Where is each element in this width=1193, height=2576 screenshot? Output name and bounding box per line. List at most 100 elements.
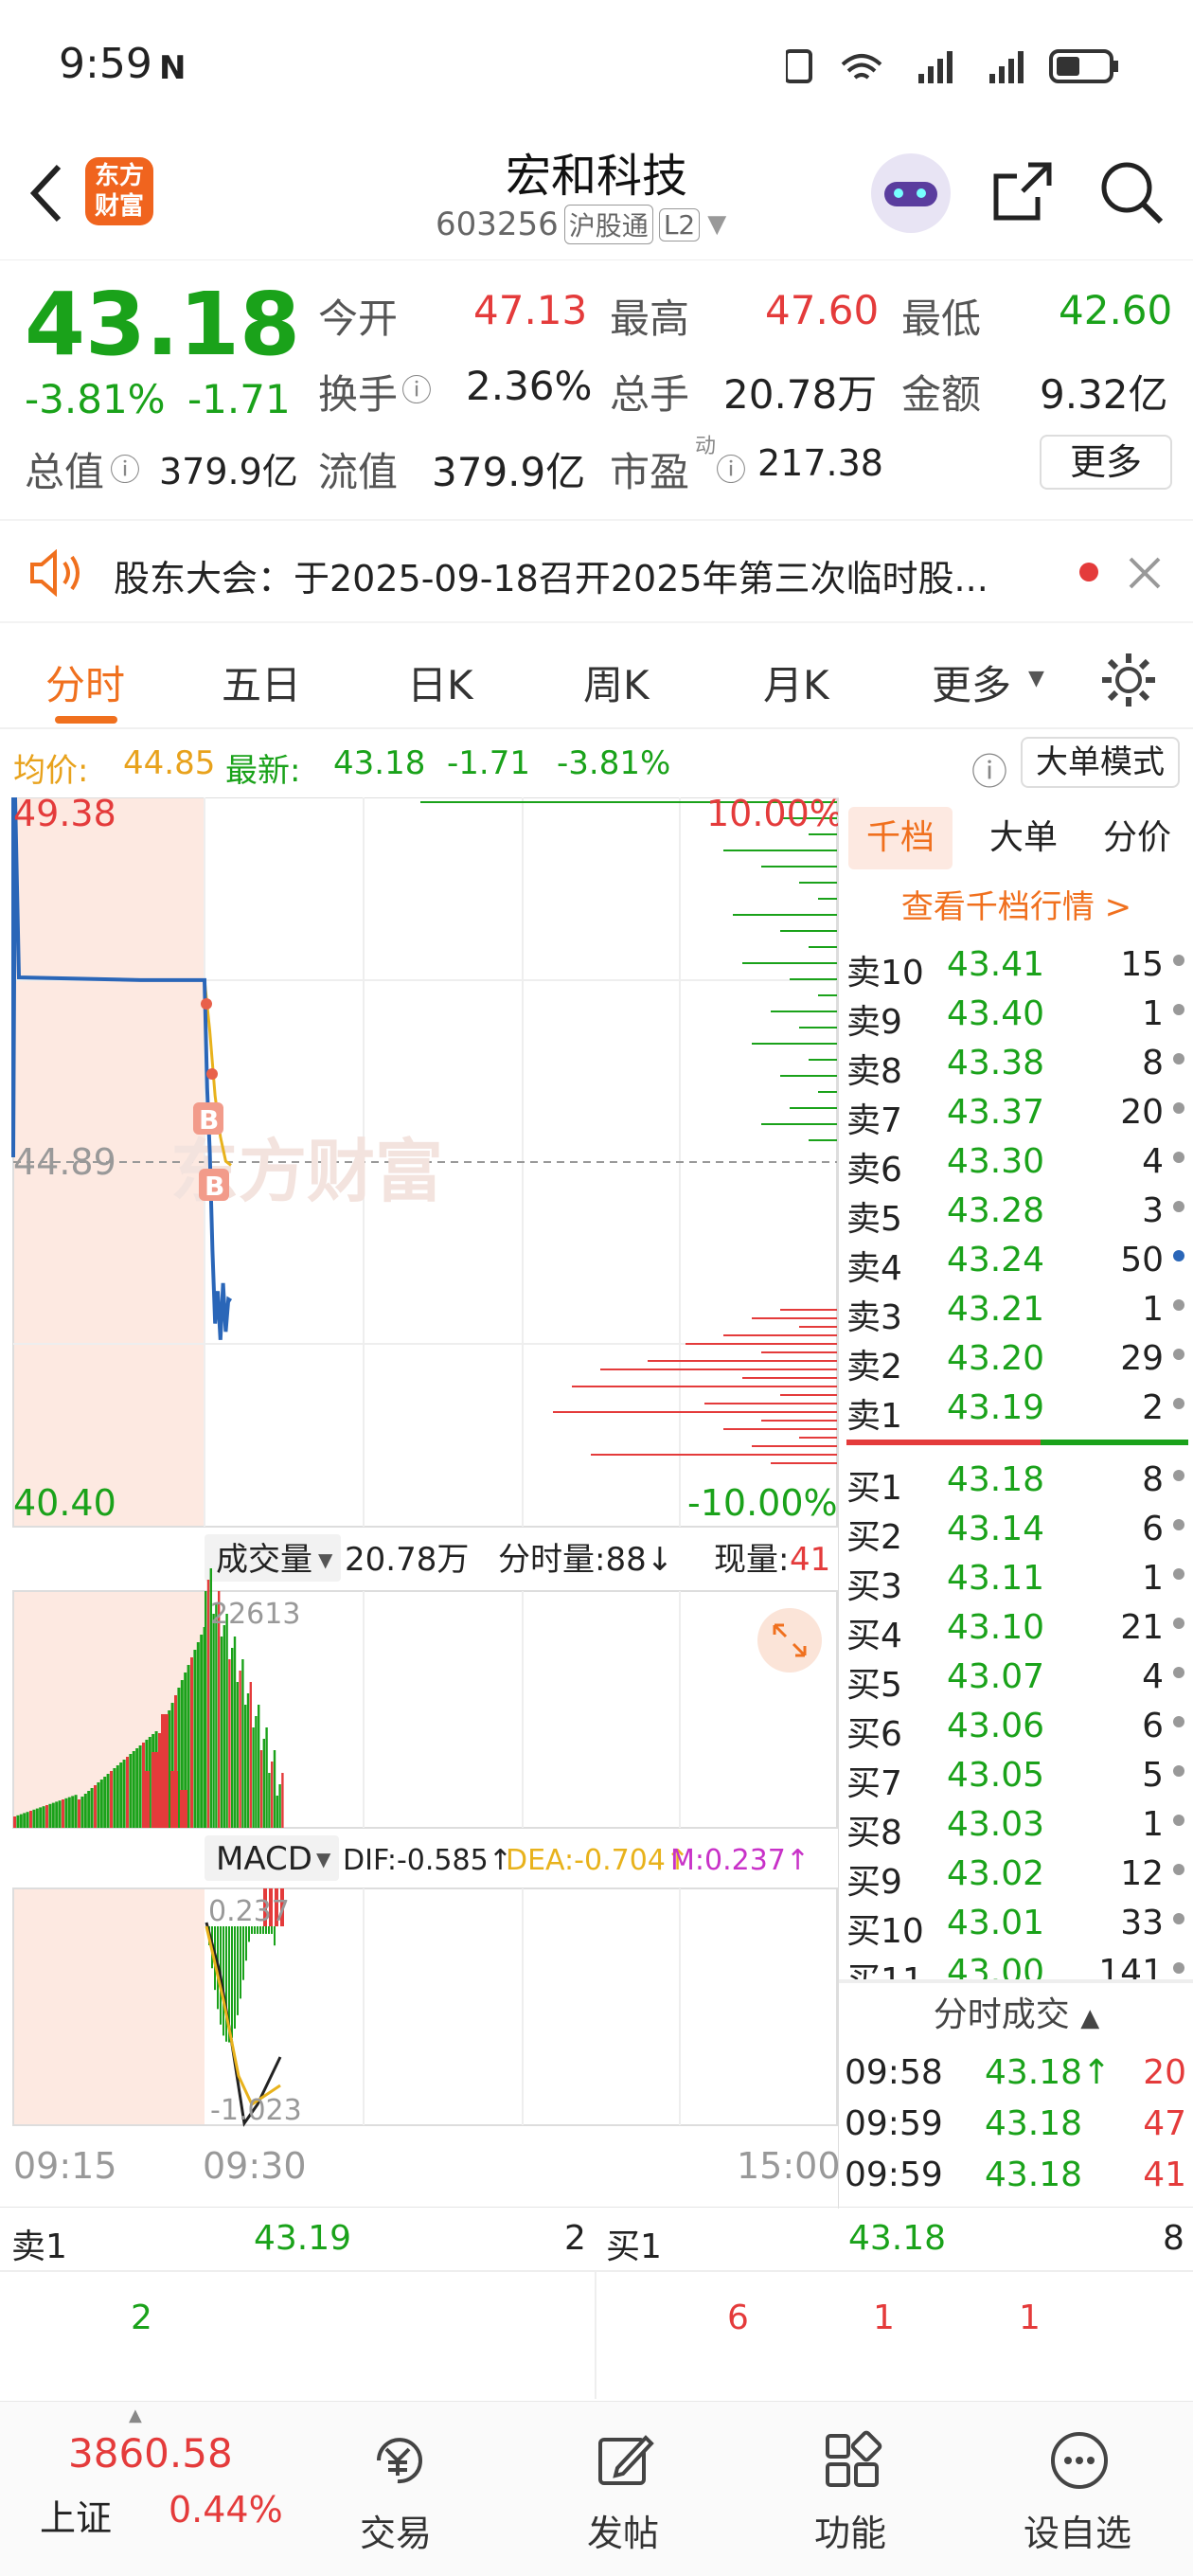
bid-row[interactable]: 买5 43.07 4 xyxy=(839,1652,1193,1705)
vol-label: 成交量 xyxy=(216,1541,312,1579)
volume-value: 20.78万 xyxy=(723,371,878,418)
nav-post[interactable]: 发帖 xyxy=(528,2402,718,2576)
nav-trade[interactable]: 交易 xyxy=(301,2402,490,2576)
bid-row[interactable]: 买9 43.02 12 xyxy=(839,1849,1193,1902)
intraday-chart[interactable]: 东方财富 B B 49.38 44.89 40.40 10.00% -10.00… xyxy=(0,793,844,2209)
back-icon[interactable] xyxy=(27,163,64,224)
macd-bar xyxy=(245,1926,247,1961)
bid-label: 买10 xyxy=(846,1912,924,1951)
volume-bar xyxy=(83,1794,87,1828)
volume-bar xyxy=(190,1657,193,1828)
trade-price: 43.18↑ xyxy=(985,2053,1112,2092)
bid-price: 43.10 xyxy=(947,1608,1045,1647)
info-icon[interactable]: ⓘ xyxy=(401,367,432,410)
tab-intraday[interactable]: 分时 xyxy=(45,653,125,711)
tab-active-indicator xyxy=(55,716,117,724)
bid-label: 买7 xyxy=(846,1764,902,1803)
big-order-mode-button[interactable]: 大单模式 xyxy=(1021,737,1180,788)
tab-5day[interactable]: 五日 xyxy=(222,653,301,711)
nav-function[interactable]: 功能 xyxy=(756,2402,945,2576)
low-value: 42.60 xyxy=(1059,287,1173,333)
tab-weekly-k[interactable]: 周K xyxy=(583,653,650,711)
bid-volume: 6 xyxy=(1142,1707,1164,1745)
bid-row[interactable]: 买2 43.14 6 xyxy=(839,1504,1193,1557)
status-icons xyxy=(786,49,1118,83)
depth-bar xyxy=(591,1454,837,1456)
volume-bar xyxy=(236,1682,239,1828)
dropdown-icon[interactable]: ▼ xyxy=(707,210,726,239)
volume-bar xyxy=(122,1760,126,1828)
search-icon[interactable] xyxy=(1096,157,1166,227)
chart-canvas[interactable]: 东方财富 B B 49.38 44.89 40.40 10.00% -10.00… xyxy=(0,793,844,2209)
info-icon[interactable]: ⓘ xyxy=(716,446,746,490)
trade-row: 09:59 43.18 41 xyxy=(839,2150,1193,2199)
depth-bars xyxy=(420,801,837,1464)
bid-dot xyxy=(1173,1519,1184,1530)
info-icon[interactable]: ⓘ xyxy=(110,446,140,490)
volume-bar xyxy=(241,1659,244,1828)
robot-avatar-icon[interactable] xyxy=(871,153,951,233)
bid-row[interactable]: 买6 43.06 6 xyxy=(839,1701,1193,1754)
trade-time: 09:59 xyxy=(845,2104,943,2143)
vol-now-value: 41 xyxy=(790,1541,830,1579)
bid-price: 43.06 xyxy=(947,1707,1045,1745)
volume-bar xyxy=(249,1682,252,1828)
depth-bar xyxy=(742,1377,837,1379)
logo-text-2: 财富 xyxy=(94,192,144,221)
bid-row[interactable]: 买11 43.00 141 xyxy=(839,1947,1193,1979)
price-dot xyxy=(206,1068,218,1080)
depth-bar xyxy=(761,1123,837,1125)
amount-label: 金额 xyxy=(901,371,982,418)
depth-bar xyxy=(809,946,837,948)
close-icon[interactable] xyxy=(1127,555,1163,591)
latest-value: 43.18 xyxy=(333,744,426,782)
volume-bar xyxy=(135,1748,139,1828)
bid-price: 43.00 xyxy=(947,1953,1045,1979)
chevron-down-icon: ▼ xyxy=(1028,667,1044,690)
tab-more[interactable]: 更多 xyxy=(932,653,1011,711)
tab-monthly-k[interactable]: 月K xyxy=(763,653,829,711)
bid-row[interactable]: 买3 43.11 1 xyxy=(839,1553,1193,1606)
price-change: -1.71 xyxy=(187,376,291,422)
volume-bar xyxy=(262,1739,265,1828)
volume-bar xyxy=(113,1768,116,1828)
chevron-down-icon: ▼ xyxy=(318,1548,333,1571)
depth-bar xyxy=(799,1326,837,1328)
bid-price: 43.14 xyxy=(947,1510,1045,1548)
volume-bar xyxy=(55,1801,59,1828)
volume-bar xyxy=(51,1802,55,1828)
more-button[interactable]: 更多 xyxy=(1040,435,1172,490)
tab-daily-k[interactable]: 日K xyxy=(407,653,473,711)
index-ticker[interactable]: ▲ 3860.58 上证 0.44% xyxy=(0,2402,283,2576)
status-time: 9:59 xyxy=(59,40,152,88)
trades-header[interactable]: 分时成交 ▲ xyxy=(839,1987,1193,2036)
share-icon[interactable] xyxy=(990,159,1057,225)
open-label: 今开 xyxy=(318,295,399,342)
macd-pre-shade xyxy=(13,1888,205,2125)
volume-bar xyxy=(233,1637,237,1828)
trade-time: 09:59 xyxy=(845,2156,943,2194)
bid-label: 买2 xyxy=(846,1518,902,1557)
macd-min-label: -1.023 xyxy=(210,2094,302,2127)
bid-dot xyxy=(1173,1716,1184,1727)
nav-add-watchlist[interactable]: 设自选 xyxy=(983,2402,1172,2576)
buy1-vol: 8 xyxy=(1163,2219,1184,2258)
bid-label: 买8 xyxy=(846,1814,902,1852)
volume-bar xyxy=(87,1791,91,1828)
bid-row[interactable]: 买10 43.01 33 xyxy=(839,1898,1193,1951)
settings-gear-icon[interactable] xyxy=(1098,650,1159,710)
volume-bar xyxy=(35,1808,39,1828)
depth-bar xyxy=(780,1394,837,1396)
stock-header: 东方 财富 宏和科技 603256 沪股通 L2 ▼ xyxy=(0,133,1193,260)
notice-bar[interactable]: 股东大会：于2025-09-18召开2025年第三次临时股... xyxy=(0,519,1193,623)
bid-row[interactable]: 买1 43.18 8 xyxy=(839,1455,1193,1508)
expand-button[interactable] xyxy=(757,1608,822,1673)
bid-row[interactable]: 买7 43.05 5 xyxy=(839,1750,1193,1803)
bid-row[interactable]: 买4 43.10 21 xyxy=(839,1602,1193,1655)
macd-bar xyxy=(223,1926,224,2036)
help-icon[interactable]: ⓘ xyxy=(971,742,1007,795)
nav-post-label: 发帖 xyxy=(586,2513,659,2554)
bid-price: 43.18 xyxy=(947,1460,1045,1499)
bid-row[interactable]: 买8 43.03 1 xyxy=(839,1799,1193,1852)
volume-bar xyxy=(281,1773,284,1828)
